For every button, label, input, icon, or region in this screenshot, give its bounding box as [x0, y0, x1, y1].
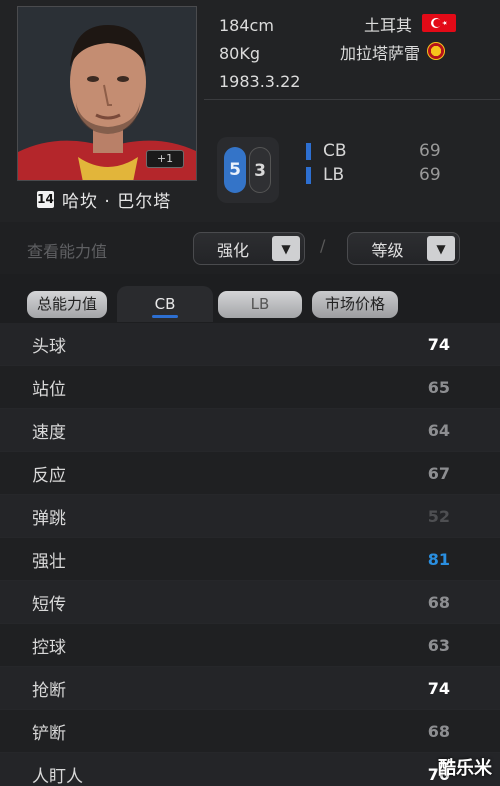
position-row: CB 69	[306, 139, 446, 163]
position-name: CB	[323, 141, 347, 161]
stat-row: 反应 67	[0, 452, 500, 495]
ability-filter-bar: 查看能力值 强化 ▼ 等级 ▼	[0, 222, 500, 274]
stat-row: 抢断 74	[0, 667, 500, 710]
enhance-dropdown[interactable]: 强化 ▼	[193, 232, 305, 265]
tab-total-ability[interactable]: 总能力值	[27, 291, 107, 318]
level-dropdown[interactable]: 等级 ▼	[347, 232, 460, 265]
tab-cb[interactable]: CB	[117, 286, 213, 322]
player-weight: 80Kg	[219, 44, 261, 63]
stat-name: 铲断	[32, 723, 66, 744]
position-value: 69	[419, 141, 441, 161]
chevron-down-icon[interactable]: ▼	[427, 236, 455, 261]
stat-row: 强壮 81	[0, 538, 500, 581]
position-row: LB 69	[306, 163, 446, 187]
player-name-row: 14 哈坎 · 巴尔塔	[37, 187, 171, 212]
stat-value: 65	[427, 377, 450, 397]
stat-name: 短传	[32, 594, 66, 615]
player-detail-screen: +1 14 哈坎 · 巴尔塔 184cm 80Kg 1983.3.22 土耳其 …	[0, 0, 500, 786]
stat-name: 站位	[32, 379, 66, 400]
club-crest-icon	[427, 42, 445, 60]
stat-name: 控球	[32, 637, 66, 658]
stat-row: 速度 64	[0, 409, 500, 452]
active-tab-indicator	[152, 315, 178, 318]
tab-market-price[interactable]: 市场价格	[312, 291, 398, 318]
stat-name: 强壮	[32, 551, 66, 572]
chevron-down-icon[interactable]: ▼	[272, 236, 300, 261]
stat-row: 铲断 68	[0, 710, 500, 753]
stat-row: 人盯人 70	[0, 753, 500, 786]
position-bar-icon	[306, 166, 311, 184]
right-foot-icon: 3	[249, 147, 271, 193]
stat-value: 81	[427, 549, 450, 569]
turkey-flag-icon	[422, 14, 456, 32]
enhance-dropdown-value: 强化	[216, 240, 249, 260]
stat-row: 弹跳 52	[0, 495, 500, 538]
stat-list: 头球 74 站位 65 速度 64 反应 67 弹跳 52 强壮 81 短传 68 控球 63 抢断 74 铲断 68…	[0, 323, 500, 786]
stat-value: 74	[427, 678, 450, 698]
position-ratings: CB 69 LB 69	[306, 139, 446, 187]
stat-name: 抢断	[32, 680, 66, 701]
player-nationality: 土耳其	[363, 16, 412, 35]
level-dropdown-value: 等级	[371, 240, 404, 260]
stat-name: 头球	[32, 336, 66, 357]
stat-row: 站位 65	[0, 366, 500, 409]
divider	[204, 99, 500, 100]
stat-value: 68	[427, 592, 450, 612]
filter-label: 查看能力值	[27, 242, 108, 261]
position-bar-icon	[306, 142, 311, 160]
position-value: 69	[419, 165, 441, 185]
player-basic-info: 184cm 80Kg 1983.3.22	[219, 12, 300, 96]
position-name: LB	[323, 165, 345, 185]
watermark: 酷乐米	[438, 758, 492, 779]
foot-preference: 5 3	[217, 137, 279, 203]
stat-value: 74	[427, 334, 450, 354]
plus-level-badge: +1	[146, 150, 184, 168]
stat-name: 反应	[32, 465, 66, 486]
jersey-number: 14	[37, 191, 54, 208]
player-birth-date: 1983.3.22	[219, 72, 301, 91]
player-header: +1 14 哈坎 · 巴尔塔 184cm 80Kg 1983.3.22 土耳其 …	[0, 0, 500, 222]
tab-lb[interactable]: LB	[218, 291, 302, 318]
tab-cb-label: CB	[154, 295, 176, 313]
player-height: 184cm	[219, 16, 274, 35]
stat-name: 人盯人	[32, 766, 83, 786]
stat-row: 控球 63	[0, 624, 500, 667]
left-foot-icon: 5	[224, 147, 246, 193]
player-name: 哈坎 · 巴尔塔	[62, 192, 172, 212]
dropdown-separator: /	[320, 236, 326, 255]
stat-row: 短传 68	[0, 581, 500, 624]
stat-name: 弹跳	[32, 508, 66, 529]
stat-value: 67	[427, 463, 450, 483]
player-club: 加拉塔萨雷	[339, 44, 420, 63]
player-photo: +1	[17, 6, 197, 181]
tab-bar: 总能力值 CB LB 市场价格	[0, 284, 500, 324]
stat-value: 52	[427, 506, 450, 526]
stat-value: 63	[427, 635, 450, 655]
stat-name: 速度	[32, 422, 66, 443]
stat-value: 64	[427, 420, 450, 440]
stat-row: 头球 74	[0, 323, 500, 366]
stat-value: 68	[427, 721, 450, 741]
